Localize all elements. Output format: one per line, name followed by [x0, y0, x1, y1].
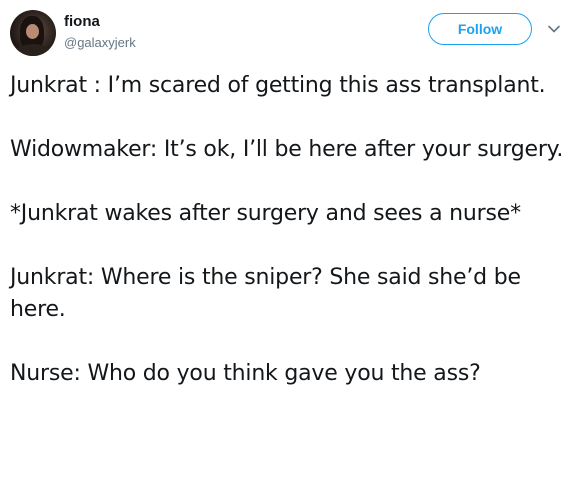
tweet-paragraph: Widowmaker: It’s ok, I’ll be here after … — [10, 137, 564, 162]
avatar-face — [26, 24, 39, 39]
chevron-down-icon[interactable] — [547, 22, 561, 36]
follow-button[interactable]: Follow — [428, 13, 532, 45]
tweet-paragraph: Nurse: Who do you think gave you the ass… — [10, 361, 481, 386]
tweet-paragraph: Junkrat : I’m scared of getting this ass… — [10, 73, 546, 98]
tweet-text: Junkrat : I’m scared of getting this ass… — [10, 70, 565, 390]
tweet-card: fiona @galaxyjerk Follow Junkrat : I’m s… — [0, 0, 573, 494]
avatar[interactable] — [10, 10, 56, 56]
tweet-paragraph: Junkrat: Where is the sniper? She said s… — [10, 265, 521, 322]
author-display-name[interactable]: fiona — [64, 13, 100, 30]
tweet-paragraph: *Junkrat wakes after surgery and sees a … — [10, 201, 521, 226]
avatar-shoulder — [14, 44, 52, 56]
author-handle[interactable]: @galaxyjerk — [64, 35, 136, 50]
